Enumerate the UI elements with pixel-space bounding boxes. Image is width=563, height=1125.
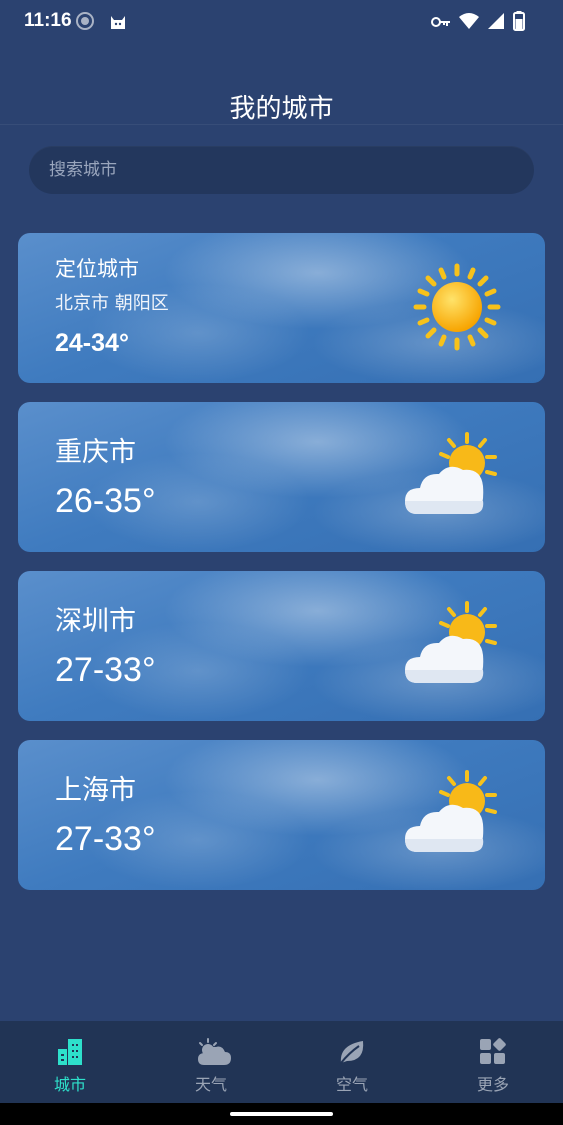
home-indicator[interactable]: [230, 1112, 333, 1116]
status-bar: 11:16: [0, 0, 563, 44]
tab-air[interactable]: 空气: [302, 1021, 402, 1103]
city-icon: [55, 1037, 85, 1067]
bottom-tab-bar: 城市 天气 空气 更多: [0, 1021, 563, 1103]
cat-app-icon: [108, 11, 128, 35]
tab-weather[interactable]: 天气: [161, 1021, 261, 1103]
tab-label: 更多: [476, 1075, 509, 1094]
city-temperature: 26-35°: [55, 482, 156, 520]
record-icon: [76, 12, 94, 34]
city-card-location[interactable]: 定位城市 北京市 朝阳区 24-34°: [18, 233, 545, 383]
system-nav-bar: [0, 1103, 563, 1125]
wifi-icon: [459, 12, 479, 34]
city-card[interactable]: 重庆市 26-35°: [18, 402, 545, 552]
city-name: 上海市: [55, 775, 136, 806]
weather-cloud-icon: [196, 1037, 231, 1067]
city-temperature: 27-33°: [55, 651, 156, 689]
tab-label: 天气: [194, 1075, 227, 1094]
search-box[interactable]: [29, 146, 534, 194]
tab-label: 城市: [53, 1075, 86, 1094]
title-divider: [0, 124, 563, 125]
tab-more[interactable]: 更多: [443, 1021, 543, 1103]
cell-signal-icon: [487, 12, 505, 34]
city-name: 定位城市: [55, 257, 139, 281]
partly-cloudy-icon: [405, 430, 503, 522]
sun-icon: [413, 263, 501, 355]
tab-city[interactable]: 城市: [20, 1021, 120, 1103]
status-time: 11:16: [24, 10, 72, 31]
leaf-icon: [337, 1037, 367, 1067]
city-temperature: 27-33°: [55, 820, 156, 858]
grid-icon: [478, 1037, 508, 1067]
partly-cloudy-icon: [405, 599, 503, 691]
vpn-key-icon: [431, 14, 451, 33]
city-card[interactable]: 上海市 27-33°: [18, 740, 545, 890]
city-temperature: 24-34°: [55, 329, 129, 357]
city-name: 重庆市: [55, 437, 136, 468]
partly-cloudy-icon: [405, 768, 503, 860]
city-name: 深圳市: [55, 606, 136, 637]
battery-icon: [513, 11, 525, 35]
city-location: 北京市 朝阳区: [55, 293, 169, 314]
city-card[interactable]: 深圳市 27-33°: [18, 571, 545, 721]
tab-label: 空气: [335, 1075, 368, 1094]
page-title: 我的城市: [229, 94, 334, 124]
search-input[interactable]: [29, 146, 534, 194]
